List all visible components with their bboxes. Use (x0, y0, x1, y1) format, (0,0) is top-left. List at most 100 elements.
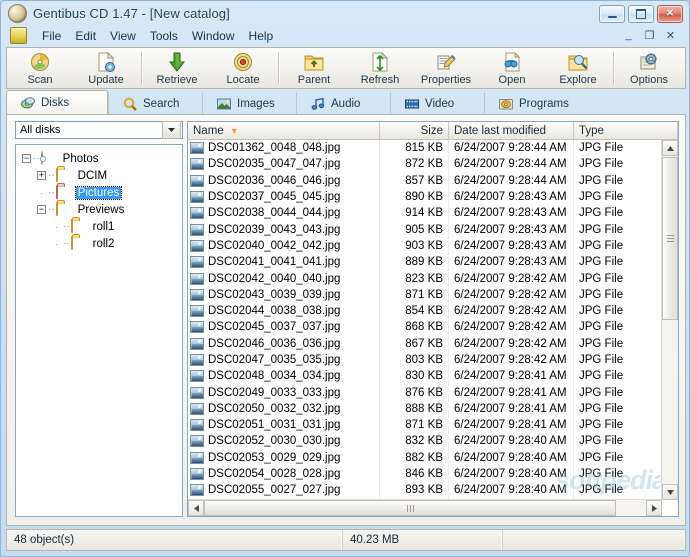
menu-window[interactable]: Window (185, 27, 242, 45)
file-date-cell: 6/24/2007 9:28:44 AM (449, 172, 574, 189)
tab-programs[interactable]: Programs (484, 92, 578, 115)
tree-node-photos[interactable]: − ·· Photos (16, 150, 182, 167)
maximize-button[interactable] (628, 5, 654, 23)
menu-tools[interactable]: Tools (143, 27, 185, 45)
file-name-cell: DSC02046_0036_036.jpg (188, 335, 380, 352)
column-header-date-last-modified[interactable]: Date last modified (449, 122, 574, 139)
scroll-up-button[interactable] (662, 140, 678, 156)
minimize-button[interactable] (599, 5, 625, 23)
disk-filter-combo[interactable]: All disks (15, 121, 183, 139)
tree-collapse-icon[interactable]: − (22, 154, 31, 163)
file-size-cell: 903 KB (380, 237, 449, 255)
cd-disc-icon (8, 3, 27, 23)
file-row[interactable]: DSC02036_0046_046.jpg 857 KB 6/24/2007 9:2… (188, 172, 678, 189)
menu-help[interactable]: Help (242, 27, 281, 45)
file-size-cell: 823 KB (380, 270, 449, 287)
status-bar: 48 object(s) 40.23 MB (6, 529, 686, 551)
file-name-label: DSC02049_0033_033.jpg (208, 386, 341, 399)
scroll-right-button[interactable] (646, 500, 662, 516)
toolbar-button-retrieve[interactable]: Retrieve (144, 48, 210, 88)
toolbar-button-open[interactable]: Open (479, 48, 545, 88)
tree-node-roll1[interactable]: · ·· roll1 (16, 218, 182, 235)
file-name-cell: DSC02052_0030_030.jpg (188, 433, 380, 450)
file-row[interactable]: DSC02044_0038_038.jpg 854 KB 6/24/2007 9:2… (188, 302, 678, 320)
file-row[interactable]: DSC02035_0047_047.jpg 872 KB 6/24/2007 9:2… (188, 156, 678, 173)
scroll-left-button[interactable] (188, 500, 204, 516)
column-header-label: Size (420, 124, 443, 137)
vertical-scrollbar[interactable] (661, 140, 678, 500)
tab-strip: Disks Search Images Audio Video Programs (6, 90, 686, 115)
file-row[interactable]: DSC02053_0029_029.jpg 882 KB 6/24/2007 9:2… (188, 449, 678, 466)
toolbar-button-explore[interactable]: Explore (545, 48, 611, 88)
horizontal-scrollbar[interactable] (188, 499, 662, 516)
file-row[interactable]: DSC02052_0030_030.jpg 832 KB 6/24/2007 9:2… (188, 433, 678, 450)
folder-tree[interactable]: − ·· Photos + ·· DCIM · ·· Pictures − ·· Previews · ·… (15, 144, 183, 517)
toolbar-button-label: Options (630, 74, 668, 86)
scroll-down-button[interactable] (662, 484, 678, 500)
mdi-restore-button[interactable]: ❐ (639, 27, 660, 43)
column-header-type[interactable]: Type (574, 122, 678, 139)
file-row[interactable]: DSC02042_0040_040.jpg 823 KB 6/24/2007 9:2… (188, 270, 678, 287)
menu-edit[interactable]: Edit (68, 27, 103, 45)
toolbar-button-label: Retrieve (156, 74, 198, 86)
file-row[interactable]: DSC02041_0041_041.jpg 889 KB 6/24/2007 9:2… (188, 254, 678, 271)
tab-audio[interactable]: Audio (296, 92, 390, 115)
menu-view[interactable]: View (103, 27, 143, 45)
file-row[interactable]: DSC02055_0027_027.jpg 893 KB 6/24/2007 9:2… (188, 482, 678, 499)
tab-disks[interactable]: Disks (6, 90, 108, 115)
toolbar-button-locate[interactable]: Locate (210, 48, 276, 88)
toolbar-button-properties[interactable]: Properties (413, 48, 479, 88)
toolbar-button-update[interactable]: Update (73, 48, 139, 88)
file-name-label: DSC02051_0031_031.jpg (208, 419, 341, 432)
scan-icon (29, 51, 51, 73)
file-row[interactable]: DSC02045_0037_037.jpg 868 KB 6/24/2007 9:2… (188, 319, 678, 336)
file-row[interactable]: DSC02049_0033_033.jpg 876 KB 6/24/2007 9:2… (188, 384, 678, 401)
file-list-rows[interactable]: DSC01362_0048_048.jpg 815 KB 6/24/2007 9:2… (188, 140, 678, 516)
vertical-scroll-thumb[interactable] (662, 157, 678, 320)
mdi-close-button[interactable]: ✕ (660, 27, 681, 43)
file-date-cell: 6/24/2007 9:28:42 AM (449, 270, 574, 287)
file-date-cell: 6/24/2007 9:28:41 AM (449, 384, 574, 401)
tree-connector: · (40, 187, 43, 198)
chevron-down-icon[interactable] (162, 121, 181, 139)
image-file-icon (190, 370, 204, 383)
file-name-label: DSC02052_0030_030.jpg (208, 435, 341, 448)
file-name-cell: DSC02049_0033_033.jpg (188, 384, 380, 401)
file-row[interactable]: DSC02038_0044_044.jpg 914 KB 6/24/2007 9:2… (188, 205, 678, 222)
file-row[interactable]: DSC02050_0032_032.jpg 888 KB 6/24/2007 9:2… (188, 400, 678, 418)
tree-expand-icon[interactable]: + (37, 171, 46, 180)
image-file-icon (190, 386, 204, 399)
tree-node-previews[interactable]: − ·· Previews (16, 201, 182, 218)
toolbar-button-parent[interactable]: Parent (281, 48, 347, 88)
window-title: Gentibus CD 1.47 - [New catalog] (33, 5, 230, 21)
column-header-name[interactable]: Name ▼ (188, 122, 380, 139)
file-row[interactable]: DSC02040_0042_042.jpg 903 KB 6/24/2007 9:2… (188, 237, 678, 255)
tab-video[interactable]: Video (390, 92, 484, 115)
file-row[interactable]: DSC02047_0035_035.jpg 803 KB 6/24/2007 9:2… (188, 351, 678, 369)
toolbar-button-options[interactable]: Options (616, 48, 682, 88)
tab-images[interactable]: Images (202, 92, 296, 115)
menu-file[interactable]: File (35, 27, 68, 45)
mdi-minimize-button[interactable]: _ (618, 27, 639, 43)
file-row[interactable]: DSC02043_0039_039.jpg 871 KB 6/24/2007 9:2… (188, 286, 678, 303)
image-file-icon (190, 435, 204, 448)
horizontal-scroll-thumb[interactable] (204, 500, 616, 516)
tree-node-dcim[interactable]: + ·· DCIM (16, 167, 182, 184)
file-row[interactable]: DSC02051_0031_031.jpg 871 KB 6/24/2007 9:2… (188, 417, 678, 434)
close-button[interactable]: ✕ (657, 5, 683, 23)
toolbar-button-refresh[interactable]: Refresh (347, 48, 413, 88)
column-header-size[interactable]: Size (380, 122, 449, 139)
file-row[interactable]: DSC02039_0043_043.jpg 905 KB 6/24/2007 9:2… (188, 221, 678, 238)
tree-node-pictures[interactable]: · ·· Pictures (16, 184, 182, 201)
file-row[interactable]: DSC02054_0028_028.jpg 846 KB 6/24/2007 9:2… (188, 465, 678, 483)
file-row[interactable]: DSC02037_0045_045.jpg 890 KB 6/24/2007 9:2… (188, 188, 678, 206)
file-row[interactable]: DSC01362_0048_048.jpg 815 KB 6/24/2007 9:2… (188, 140, 678, 157)
tree-connector-line: ·· (48, 170, 55, 181)
tree-collapse-icon[interactable]: − (37, 205, 46, 214)
tab-label: Programs (519, 97, 569, 110)
tree-node-roll2[interactable]: · ·· roll2 (16, 235, 182, 252)
file-row[interactable]: DSC02048_0034_034.jpg 830 KB 6/24/2007 9:2… (188, 368, 678, 385)
file-row[interactable]: DSC02046_0036_036.jpg 867 KB 6/24/2007 9:2… (188, 335, 678, 352)
toolbar-button-scan[interactable]: Scan (7, 48, 73, 88)
tab-search[interactable]: Search (108, 92, 202, 115)
